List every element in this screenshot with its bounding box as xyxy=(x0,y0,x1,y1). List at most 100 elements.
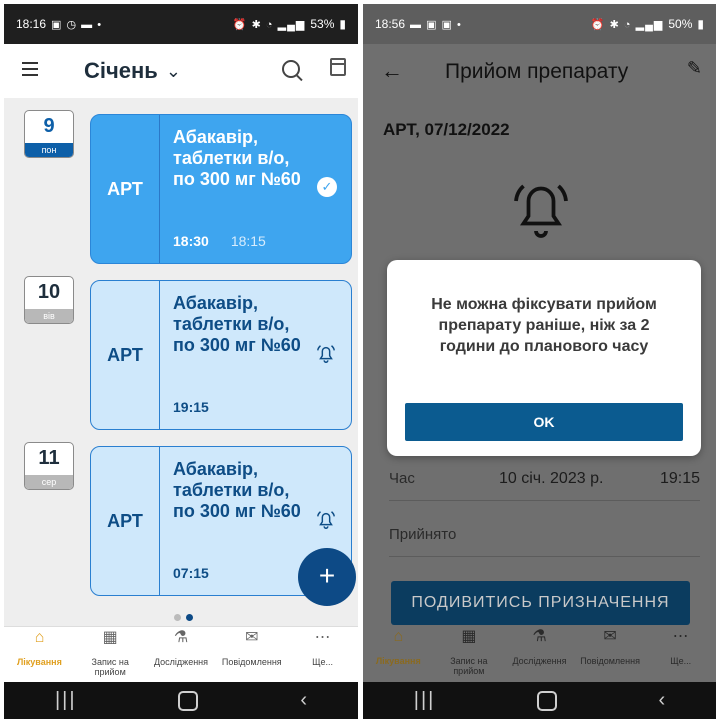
message-icon: ✉ xyxy=(603,628,617,645)
home-button[interactable] xyxy=(178,690,199,711)
system-navigation-bar: ||| ‹ xyxy=(363,682,716,719)
day-number: 9 xyxy=(43,115,55,137)
nav-messages[interactable]: ✉ Повідомлення xyxy=(575,626,646,682)
more-icon: ⋯ xyxy=(672,628,689,645)
edit-icon[interactable]: ✎ xyxy=(687,58,702,79)
taken-label: Прийнято xyxy=(389,526,457,543)
bottom-navigation: ⌂ Лікування ▦ Запис на прийом ⚗ Дослідже… xyxy=(363,626,716,682)
signal-icons: ⏰ ✱ ◔ ▂▄▆ xyxy=(232,18,306,31)
medication-name: Абакавір, таблетки в/о, по 300 мг №60 xyxy=(173,459,301,521)
app-header: Січень ⌄ xyxy=(4,44,358,98)
month-selector[interactable]: Січень ⌄ xyxy=(84,58,181,84)
nav-label: Ще... xyxy=(312,657,334,667)
flask-icon: ⚗ xyxy=(532,628,547,645)
home-icon: ⌂ xyxy=(34,629,45,646)
ok-button[interactable]: OK xyxy=(405,403,683,441)
date-badge: 11 сер xyxy=(24,442,74,490)
medication-kind: АРТ xyxy=(91,447,160,595)
battery-level: 53% xyxy=(310,17,335,31)
phone-right: 18:56 ▬ ▣ ▣ • ⏰ ✱ ◔ ▂▄▆ 50% ▮ ← Прийом п… xyxy=(363,4,716,719)
page-dot xyxy=(174,614,181,621)
month-label: Січень xyxy=(84,58,158,83)
status-bar: 18:56 ▬ ▣ ▣ • ⏰ ✱ ◔ ▂▄▆ 50% ▮ xyxy=(363,4,716,44)
time-value: 19:15 xyxy=(659,470,700,487)
battery-level: 50% xyxy=(668,17,693,31)
page-indicator xyxy=(174,614,193,621)
time-row[interactable]: Час 10 січ. 2023 р. 19:15 xyxy=(389,470,700,501)
calendar-icon[interactable] xyxy=(330,58,346,76)
back-arrow-icon[interactable]: ← xyxy=(381,58,403,84)
day-number: 10 xyxy=(37,281,61,303)
time-label: Час xyxy=(389,470,415,487)
recent-apps-button[interactable]: ||| xyxy=(55,689,77,712)
nav-label: Повідомлення xyxy=(580,656,640,666)
nav-appointment[interactable]: ▦ Запис на прийом xyxy=(434,626,505,682)
nav-label: Дослідження xyxy=(512,656,567,666)
list-item: 9 пон АРТ Абакавір, таблетки в/о, по 300… xyxy=(4,104,358,264)
alarm-bell-icon[interactable] xyxy=(315,509,337,536)
nav-label: Ще... xyxy=(670,656,692,666)
system-navigation-bar: ||| ‹ xyxy=(4,682,358,719)
nav-treatment[interactable]: ⌂ Лікування xyxy=(4,627,75,683)
time-date-value: 10 січ. 2023 р. xyxy=(499,470,604,487)
bell-icon xyxy=(511,178,571,249)
chevron-down-icon: ⌄ xyxy=(165,60,181,81)
nav-label: Повідомлення xyxy=(221,657,282,667)
medication-card[interactable]: АРТ Абакавір, таблетки в/о, по 300 мг №6… xyxy=(90,280,352,430)
nav-more[interactable]: ⋯ Ще... xyxy=(645,626,716,682)
phone-left: 18:16 ▣ ◷ ▬ • ⏰ ✱ ◔ ▂▄▆ 53% ▮ Січень ⌄ 9… xyxy=(4,4,358,719)
app-header: ← Прийом препарату ✎ xyxy=(363,44,716,98)
nav-more[interactable]: ⋯ Ще... xyxy=(287,627,358,683)
message-icon: ✉ xyxy=(245,629,259,646)
nav-research[interactable]: ⚗ Дослідження xyxy=(146,627,217,683)
signal-icons: ⏰ ✱ ◔ ▂▄▆ xyxy=(590,18,664,31)
recent-apps-button[interactable]: ||| xyxy=(414,689,436,712)
nav-research[interactable]: ⚗ Дослідження xyxy=(504,626,575,682)
bottom-navigation: ⌂ Лікування ▦ Запис на прийом ⚗ Дослідже… xyxy=(4,626,358,683)
check-icon: ✓ xyxy=(317,177,337,197)
notification-icons: ▬ ▣ ▣ • xyxy=(410,18,462,31)
calendar-icon: ▦ xyxy=(461,628,477,645)
medication-kind: АРТ xyxy=(91,115,160,263)
nav-appointment[interactable]: ▦ Запис на прийом xyxy=(75,627,146,683)
nav-treatment[interactable]: ⌂ Лікування xyxy=(363,626,434,682)
nav-label: Запис на прийом xyxy=(91,657,129,677)
back-button[interactable]: ‹ xyxy=(300,689,307,712)
alarm-bell-icon[interactable] xyxy=(315,343,337,370)
search-icon[interactable] xyxy=(282,60,300,78)
nav-messages[interactable]: ✉ Повідомлення xyxy=(216,627,287,683)
taken-time: 18:15 xyxy=(230,233,266,249)
list-item: 10 вів АРТ Абакавір, таблетки в/о, по 30… xyxy=(4,270,358,430)
medication-time: 07:15 xyxy=(173,565,209,581)
medication-name: Абакавір, таблетки в/о, по 300 мг №60 xyxy=(173,293,301,355)
art-date: АРТ, 07/12/2022 xyxy=(383,120,510,139)
warning-dialog: Не можна фіксувати прийом препарату рані… xyxy=(387,260,701,456)
medication-name: Абакавір, таблетки в/о, по 300 мг №60 xyxy=(173,127,301,189)
home-button[interactable] xyxy=(536,690,557,711)
status-time: 18:16 xyxy=(16,17,47,31)
status-time: 18:56 xyxy=(375,17,406,31)
battery-icon: ▮ xyxy=(339,17,346,31)
medication-time: 19:15 xyxy=(173,399,209,415)
day-name: вів xyxy=(25,309,73,323)
date-badge: 10 вів xyxy=(24,276,74,324)
page-title: Прийом препарату xyxy=(445,60,629,83)
taken-row[interactable]: Прийнято xyxy=(389,526,700,557)
view-prescription-button[interactable]: ПОДИВИТИСЬ ПРИЗНАЧЕННЯ xyxy=(391,581,690,625)
medication-list: 9 пон АРТ Абакавір, таблетки в/о, по 300… xyxy=(4,98,358,626)
medication-kind: АРТ xyxy=(91,281,160,429)
status-bar: 18:16 ▣ ◷ ▬ • ⏰ ✱ ◔ ▂▄▆ 53% ▮ xyxy=(4,4,358,44)
menu-icon[interactable] xyxy=(22,62,38,76)
medication-card[interactable]: АРТ Абакавір, таблетки в/о, по 300 мг №6… xyxy=(90,114,352,264)
planned-time: 18:30 xyxy=(173,233,209,249)
nav-label: Запис на прийом xyxy=(450,656,488,676)
day-name: пон xyxy=(25,143,73,157)
flask-icon: ⚗ xyxy=(173,629,189,646)
calendar-icon: ▦ xyxy=(102,629,118,646)
nav-label: Лікування xyxy=(375,656,421,666)
add-button[interactable]: + xyxy=(298,548,356,606)
battery-icon: ▮ xyxy=(697,17,704,31)
home-icon: ⌂ xyxy=(393,628,404,645)
back-button[interactable]: ‹ xyxy=(659,689,666,712)
dialog-message: Не можна фіксувати прийом препарату рані… xyxy=(431,296,657,355)
